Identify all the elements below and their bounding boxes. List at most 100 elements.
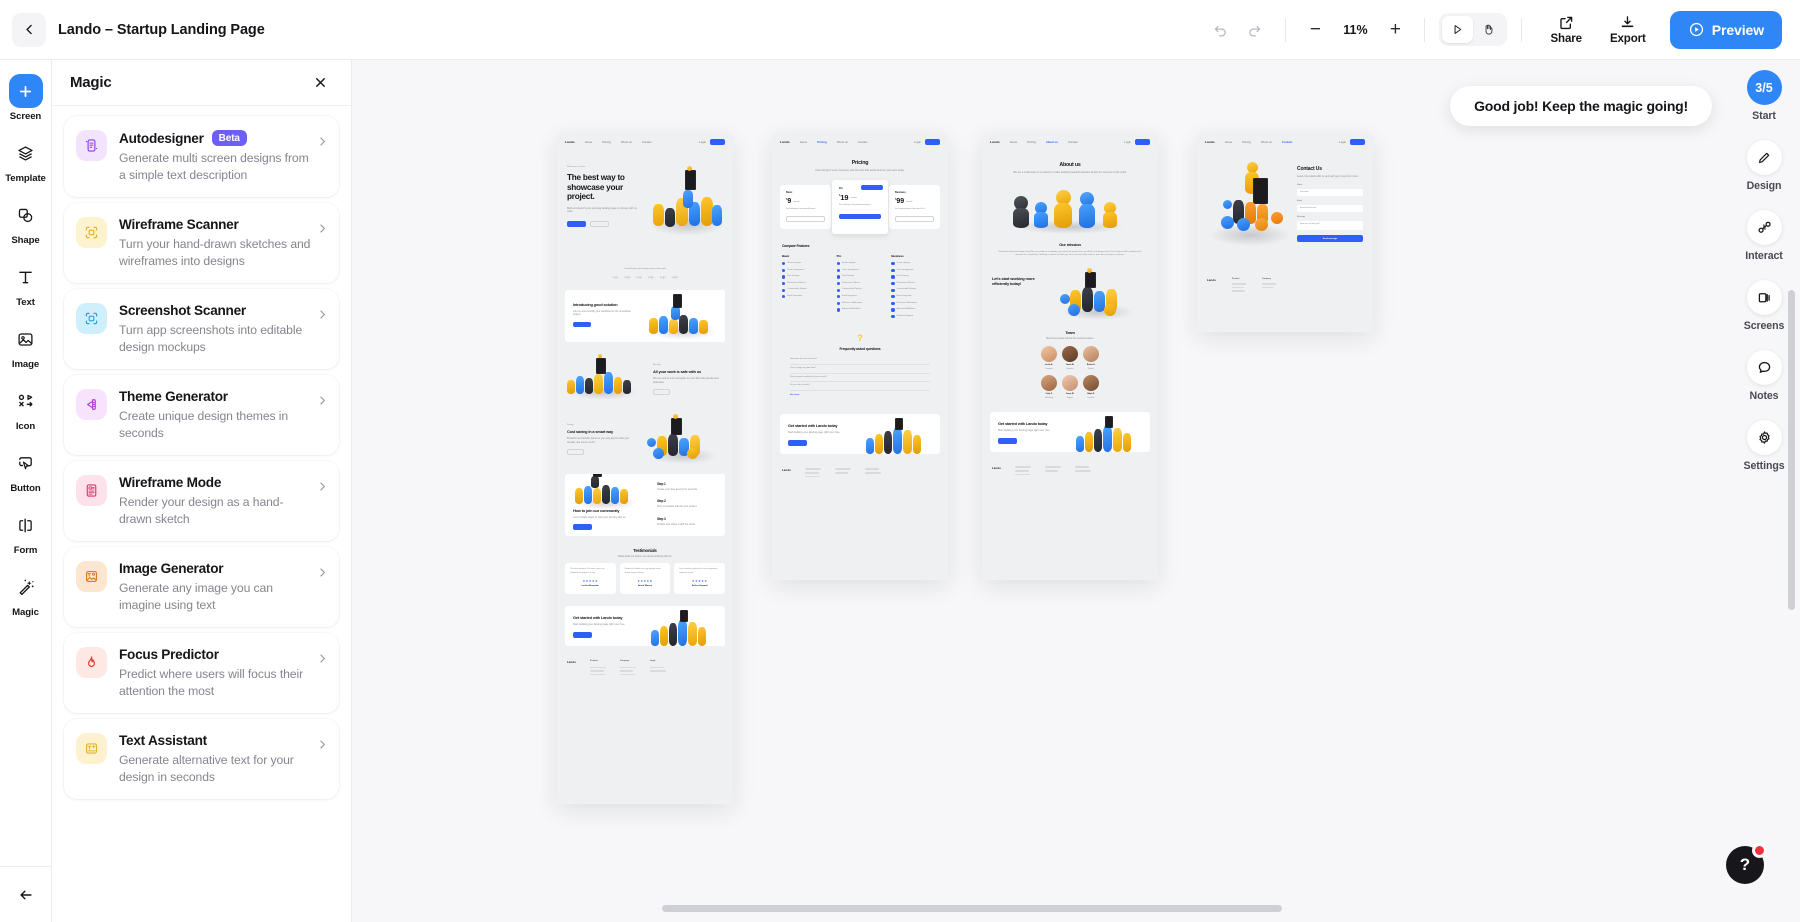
right-tool-interact[interactable]: Interact [1745, 210, 1783, 262]
rail-item-form[interactable]: Form [0, 508, 52, 556]
right-tool-notes[interactable]: Notes [1746, 350, 1782, 402]
cta-button[interactable] [573, 631, 592, 638]
nav-link[interactable]: Home [800, 140, 807, 144]
magic-item-autodesigner[interactable]: Autodesigner Beta Generate multi screen … [64, 116, 339, 197]
faq-more-link[interactable]: See more [790, 391, 930, 401]
nav-link-active[interactable]: About us [1046, 140, 1058, 144]
rail-item-template[interactable]: Template [0, 136, 52, 184]
magic-item-image-generator[interactable]: Image Generator Generate any image you c… [64, 547, 339, 627]
preview-button[interactable]: Preview [1669, 10, 1782, 49]
section-button[interactable] [573, 321, 591, 328]
testimonials-sub: Read what our clients say about working … [617, 554, 673, 558]
magic-item-content: Image Generator Generate any image you c… [119, 561, 327, 613]
share-button[interactable]: Share [1536, 14, 1595, 45]
hero-primary-button[interactable] [567, 221, 586, 228]
right-tool-design[interactable]: Design [1746, 140, 1782, 192]
help-button[interactable]: ? [1726, 843, 1767, 884]
nav-link[interactable]: Pricing [1027, 140, 1036, 144]
export-button[interactable]: Export [1596, 14, 1660, 45]
rail-item-shape[interactable]: Shape [0, 198, 52, 246]
nav-link[interactable]: About us [837, 140, 848, 144]
nav-link[interactable]: Pricing [1242, 140, 1251, 144]
design-canvas[interactable]: Good job! Keep the magic going! Lando Ho… [352, 60, 1800, 922]
nav-link-active[interactable]: Pricing [817, 140, 826, 144]
email-field[interactable]: name@email.com [1300, 207, 1316, 211]
nav-link-active[interactable]: Contact [1282, 140, 1292, 144]
rail-item-text[interactable]: Text [0, 260, 52, 308]
nav-link[interactable]: Contact [858, 140, 868, 144]
nav-link[interactable]: Home [1225, 140, 1232, 144]
plan-card-basic[interactable]: Basic $ 9 /month For individuals and sma… [780, 185, 831, 230]
nav-link[interactable]: Contact [642, 140, 652, 144]
cursor-tool-button[interactable] [1442, 16, 1474, 43]
collapse-rail-button[interactable] [0, 866, 52, 922]
magic-item-focus-predictor[interactable]: Focus Predictor Predict where users will… [64, 633, 339, 713]
community-button[interactable] [573, 524, 592, 531]
artboard-pricing[interactable]: Lando Home Pricing About us Contact Logi… [772, 134, 948, 580]
nav-cta-button[interactable] [925, 139, 940, 145]
nav-login[interactable]: Login [914, 140, 921, 144]
right-tool-settings[interactable]: Settings [1744, 420, 1785, 472]
zoom-out-button[interactable]: − [1300, 15, 1330, 45]
rail-item-screen[interactable]: Screen [0, 74, 52, 122]
nav-link[interactable]: About us [1261, 140, 1272, 144]
pricing-nav: Lando Home Pricing About us Contact Logi… [772, 134, 948, 150]
horizontal-scrollbar[interactable] [352, 900, 1800, 916]
undo-button[interactable] [1203, 13, 1237, 47]
nav-cta-button[interactable] [1135, 139, 1150, 145]
nav-link[interactable]: About us [621, 140, 632, 144]
faq-item[interactable]: Do you offer refunds? [790, 382, 930, 391]
back-button[interactable] [12, 12, 46, 47]
magic-item-wireframe-scanner[interactable]: Wireframe Scanner Turn your hand-drawn s… [64, 203, 339, 283]
cta-button[interactable] [998, 438, 1017, 445]
close-panel-button[interactable] [307, 70, 333, 96]
magic-item-titleline: Focus Predictor [119, 647, 313, 662]
nav-link[interactable]: Home [1010, 140, 1017, 144]
hand-tool-button[interactable] [1473, 16, 1504, 43]
faq-item[interactable]: How does the free trial work? [790, 356, 930, 366]
artboard-home[interactable]: Lando Home Pricing About us Contact Logi… [557, 134, 733, 804]
zoom-in-button[interactable]: + [1380, 15, 1410, 45]
rail-item-image[interactable]: Image [0, 322, 52, 370]
form-input-icon [9, 508, 43, 542]
magic-item-text-assistant[interactable]: Text Assistant Generate alternative text… [64, 719, 339, 799]
cta-sub: Start building your landing page right n… [998, 429, 1051, 433]
nav-login[interactable]: Login [1124, 140, 1131, 144]
nav-actions: Login [914, 139, 940, 145]
rail-item-icon[interactable]: Icon [0, 384, 52, 432]
section-button[interactable] [653, 389, 670, 395]
nav-link[interactable]: Contact [1068, 140, 1078, 144]
faq-item[interactable]: Can I change my plan later? [790, 365, 930, 374]
horizontal-scrollbar-thumb[interactable] [662, 904, 1282, 912]
section-button[interactable] [567, 449, 584, 455]
artboard-contact[interactable]: Lando Home Pricing About us Contact Logi… [1197, 134, 1373, 332]
plan-card-pro[interactable]: Pro $ 19 /month For startups and growing… [831, 180, 889, 235]
pricing-header: Pricing Fair pricing for every business,… [772, 150, 948, 173]
name-field[interactable]: Full name [1300, 191, 1309, 195]
artboard-about[interactable]: Lando Home Pricing About us Contact Logi… [982, 134, 1158, 580]
message-field[interactable]: How can we help you? [1300, 223, 1320, 227]
hero-ghost-button[interactable] [590, 221, 609, 228]
faq-item[interactable]: What payment methods do you accept? [790, 374, 930, 383]
submit-button[interactable]: Send message [1323, 238, 1338, 240]
rail-item-button[interactable]: Button [0, 446, 52, 494]
rail-item-magic[interactable]: Magic [0, 570, 52, 618]
cta-button[interactable] [788, 440, 807, 446]
plan-price: 99 [896, 197, 905, 205]
plan-button[interactable] [838, 213, 882, 220]
right-tool-start[interactable]: 3/5 Start [1746, 70, 1782, 122]
nav-login[interactable]: Login [699, 140, 706, 144]
nav-cta-button[interactable] [710, 139, 725, 145]
plan-button[interactable] [786, 216, 825, 222]
right-tool-screens[interactable]: Screens [1744, 280, 1784, 332]
plan-button[interactable] [895, 216, 935, 222]
nav-link[interactable]: Pricing [602, 140, 611, 144]
magic-item-wireframe-mode[interactable]: Wireframe Mode Render your design as a h… [64, 461, 339, 541]
redo-button[interactable] [1237, 13, 1271, 47]
magic-item-theme-generator[interactable]: Theme Generator Create unique design the… [64, 375, 339, 455]
plan-card-business[interactable]: Business $ 99 /month For organizations t… [889, 185, 941, 230]
magic-item-screenshot-scanner[interactable]: Screenshot Scanner Turn app screenshots … [64, 289, 339, 369]
nav-link[interactable]: Home [585, 140, 592, 144]
nav-cta-button[interactable] [1350, 139, 1365, 145]
nav-login[interactable]: Login [1339, 140, 1346, 144]
